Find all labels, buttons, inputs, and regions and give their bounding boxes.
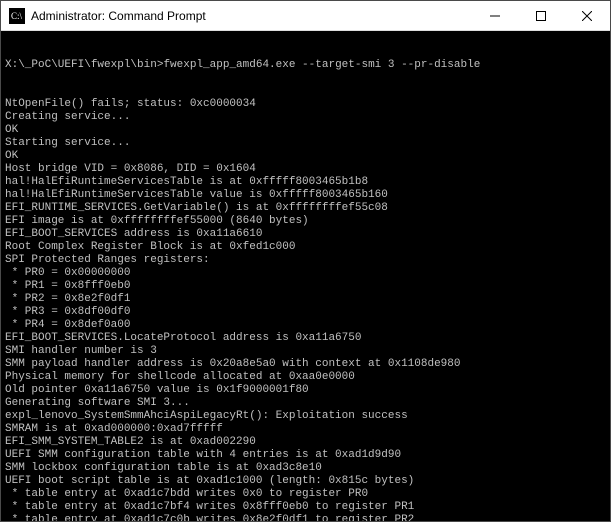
output-line: Creating service... [5,111,606,124]
output-line: EFI_BOOT_SERVICES.LocateProtocol address… [5,332,606,345]
cmd-icon: C:\ [9,8,25,24]
output-lines: NtOpenFile() fails; status: 0xc0000034Cr… [5,98,606,521]
output-line: * PR1 = 0x8fff0eb0 [5,280,606,293]
output-line: NtOpenFile() fails; status: 0xc0000034 [5,98,606,111]
output-line: EFI_SMM_SYSTEM_TABLE2 is at 0xad002290 [5,436,606,449]
output-line: EFI_BOOT_SERVICES address is 0xa11a6610 [5,228,606,241]
output-line: * PR3 = 0x8df00df0 [5,306,606,319]
output-line: Root Complex Register Block is at 0xfed1… [5,241,606,254]
output-line: * table entry at 0xad1c7c0b writes 0x8e2… [5,514,606,521]
output-line: SMM lockbox configuration table is at 0x… [5,462,606,475]
output-line: Host bridge VID = 0x8086, DID = 0x1604 [5,163,606,176]
minimize-button[interactable] [472,1,518,30]
output-line: UEFI boot script table is at 0xad1c1000 … [5,475,606,488]
output-line: expl_lenovo_SystemSmmAhciAspiLegacyRt():… [5,410,606,423]
prompt-line: X:\_PoC\UEFI\fwexpl\bin>fwexpl_app_amd64… [5,59,606,72]
output-line: UEFI SMM configuration table with 4 entr… [5,449,606,462]
output-line: Physical memory for shellcode allocated … [5,371,606,384]
terminal-output[interactable]: X:\_PoC\UEFI\fwexpl\bin>fwexpl_app_amd64… [1,31,610,521]
output-line: OK [5,150,606,163]
prompt-path: X:\_PoC\UEFI\fwexpl\bin> [5,59,163,71]
output-line: SMRAM is at 0xad000000:0xad7fffff [5,423,606,436]
output-line: * PR2 = 0x8e2f0df1 [5,293,606,306]
output-line: hal!HalEfiRuntimeServicesTable value is … [5,189,606,202]
output-line: Old pointer 0xa11a6750 value is 0x1f9000… [5,384,606,397]
output-line: * PR0 = 0x00000000 [5,267,606,280]
titlebar: C:\ Administrator: Command Prompt [1,1,610,31]
output-line: SMI handler number is 3 [5,345,606,358]
svg-text:C:\: C:\ [11,11,23,21]
window-title: Administrator: Command Prompt [31,9,472,23]
output-line: * PR4 = 0x8def0a00 [5,319,606,332]
output-line: * table entry at 0xad1c7bdd writes 0x0 t… [5,488,606,501]
close-button[interactable] [564,1,610,30]
output-line: SPI Protected Ranges registers: [5,254,606,267]
prompt-command: fwexpl_app_amd64.exe --target-smi 3 --pr… [163,59,480,71]
output-line: EFI image is at 0xffffffffef55000 (8640 … [5,215,606,228]
window-controls [472,1,610,30]
output-line: Starting service... [5,137,606,150]
output-line: * table entry at 0xad1c7bf4 writes 0x8ff… [5,501,606,514]
output-line: Generating software SMI 3... [5,397,606,410]
output-line: EFI_RUNTIME_SERVICES.GetVariable() is at… [5,202,606,215]
maximize-button[interactable] [518,1,564,30]
output-line: OK [5,124,606,137]
output-line: hal!HalEfiRuntimeServicesTable is at 0xf… [5,176,606,189]
output-line: SMM payload handler address is 0x20a8e5a… [5,358,606,371]
